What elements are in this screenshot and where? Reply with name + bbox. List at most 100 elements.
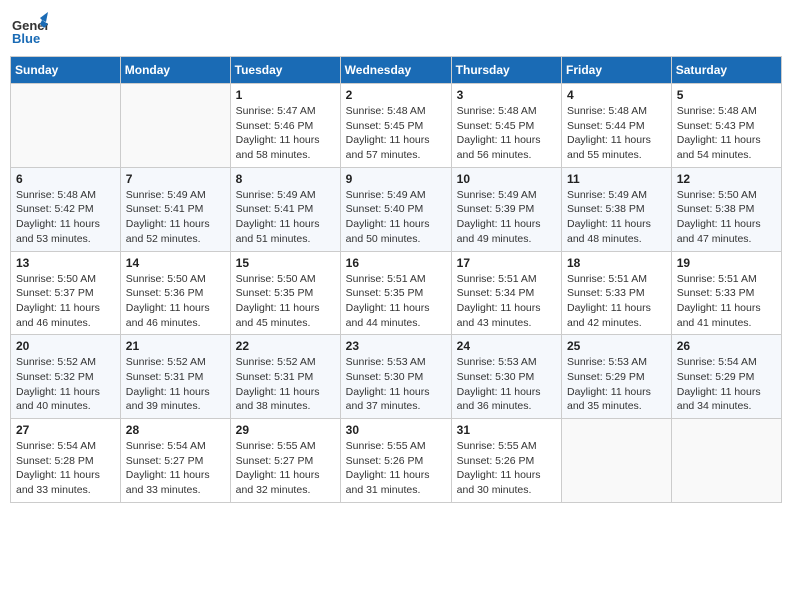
calendar-day-8: 7 Sunrise: 5:49 AMSunset: 5:41 PMDaylight… xyxy=(120,167,230,251)
day-number: 3 xyxy=(457,88,556,102)
day-number: 20 xyxy=(16,339,115,353)
day-number: 26 xyxy=(677,339,776,353)
day-info: Sunrise: 5:48 AMSunset: 5:42 PMDaylight:… xyxy=(16,188,115,247)
calendar-day-23: 22 Sunrise: 5:52 AMSunset: 5:31 PMDayligh… xyxy=(230,335,340,419)
weekday-header-monday: Monday xyxy=(120,57,230,84)
day-info: Sunrise: 5:54 AMSunset: 5:29 PMDaylight:… xyxy=(677,355,776,414)
weekday-header-friday: Friday xyxy=(562,57,672,84)
day-info: Sunrise: 5:51 AMSunset: 5:33 PMDaylight:… xyxy=(677,272,776,331)
calendar-day-25: 24 Sunrise: 5:53 AMSunset: 5:30 PMDayligh… xyxy=(451,335,561,419)
calendar-day-31: 30 Sunrise: 5:55 AMSunset: 5:26 PMDayligh… xyxy=(340,419,451,503)
day-number: 15 xyxy=(236,256,335,270)
day-info: Sunrise: 5:48 AMSunset: 5:44 PMDaylight:… xyxy=(567,104,666,163)
day-number: 17 xyxy=(457,256,556,270)
calendar-day-13: 12 Sunrise: 5:50 AMSunset: 5:38 PMDayligh… xyxy=(671,167,781,251)
calendar-day-10: 9 Sunrise: 5:49 AMSunset: 5:40 PMDaylight… xyxy=(340,167,451,251)
day-number: 8 xyxy=(236,172,335,186)
weekday-header-thursday: Thursday xyxy=(451,57,561,84)
day-number: 5 xyxy=(677,88,776,102)
calendar-day-18: 17Sunrise: 5:51 AMSunset: 5:34 PMDayligh… xyxy=(451,251,561,335)
day-number: 18 xyxy=(567,256,666,270)
day-number: 7 xyxy=(126,172,225,186)
day-info: Sunrise: 5:53 AMSunset: 5:29 PMDaylight:… xyxy=(567,355,666,414)
calendar-week-1: 1Sunrise: 5:47 AMSunset: 5:46 PMDaylight… xyxy=(11,84,782,168)
calendar-day-17: 16Sunrise: 5:51 AMSunset: 5:35 PMDayligh… xyxy=(340,251,451,335)
calendar-day-11: 10Sunrise: 5:49 AMSunset: 5:39 PMDayligh… xyxy=(451,167,561,251)
day-info: Sunrise: 5:50 AMSunset: 5:37 PMDaylight:… xyxy=(16,272,115,331)
day-info: Sunrise: 5:55 AMSunset: 5:26 PMDaylight:… xyxy=(457,439,556,498)
calendar-day-21: 20 Sunrise: 5:52 AMSunset: 5:32 PMDayligh… xyxy=(11,335,121,419)
day-number: 12 xyxy=(677,172,776,186)
day-info: Sunrise: 5:52 AMSunset: 5:31 PMDaylight:… xyxy=(126,355,225,414)
day-number: 22 xyxy=(236,339,335,353)
day-number: 21 xyxy=(126,339,225,353)
day-info: Sunrise: 5:49 AMSunset: 5:41 PMDaylight:… xyxy=(126,188,225,247)
day-info: Sunrise: 5:50 AMSunset: 5:36 PMDaylight:… xyxy=(126,272,225,331)
calendar-day-6: 5 Sunrise: 5:48 AMSunset: 5:43 PMDaylight… xyxy=(671,84,781,168)
day-info: Sunrise: 5:53 AMSunset: 5:30 PMDaylight:… xyxy=(457,355,556,414)
calendar-day-1 xyxy=(120,84,230,168)
day-info: Sunrise: 5:50 AMSunset: 5:38 PMDaylight:… xyxy=(677,188,776,247)
calendar-day-9: 8 Sunrise: 5:49 AMSunset: 5:41 PMDaylight… xyxy=(230,167,340,251)
day-info: Sunrise: 5:54 AMSunset: 5:27 PMDaylight:… xyxy=(126,439,225,498)
day-number: 13 xyxy=(16,256,115,270)
calendar-day-26: 25 Sunrise: 5:53 AMSunset: 5:29 PMDayligh… xyxy=(562,335,672,419)
calendar-day-7: 6 Sunrise: 5:48 AMSunset: 5:42 PMDaylight… xyxy=(11,167,121,251)
day-number: 27 xyxy=(16,423,115,437)
day-info: Sunrise: 5:48 AMSunset: 5:43 PMDaylight:… xyxy=(677,104,776,163)
day-info: Sunrise: 5:54 AMSunset: 5:28 PMDaylight:… xyxy=(16,439,115,498)
page-header: General Blue xyxy=(10,10,782,48)
calendar-day-27: 26 Sunrise: 5:54 AMSunset: 5:29 PMDayligh… xyxy=(671,335,781,419)
day-number: 6 xyxy=(16,172,115,186)
day-info: Sunrise: 5:53 AMSunset: 5:30 PMDaylight:… xyxy=(346,355,446,414)
logo: General Blue xyxy=(10,10,48,48)
day-info: Sunrise: 5:49 AMSunset: 5:41 PMDaylight:… xyxy=(236,188,335,247)
calendar-day-15: 14Sunrise: 5:50 AMSunset: 5:36 PMDayligh… xyxy=(120,251,230,335)
day-info: Sunrise: 5:52 AMSunset: 5:31 PMDaylight:… xyxy=(236,355,335,414)
day-number: 9 xyxy=(346,172,446,186)
day-number: 23 xyxy=(346,339,446,353)
calendar-day-3: 2 Sunrise: 5:48 AMSunset: 5:45 PMDaylight… xyxy=(340,84,451,168)
day-number: 29 xyxy=(236,423,335,437)
day-number: 4 xyxy=(567,88,666,102)
day-info: Sunrise: 5:55 AMSunset: 5:26 PMDaylight:… xyxy=(346,439,446,498)
day-info: Sunrise: 5:47 AMSunset: 5:46 PMDaylight:… xyxy=(236,104,335,163)
weekday-header-tuesday: Tuesday xyxy=(230,57,340,84)
weekday-header-wednesday: Wednesday xyxy=(340,57,451,84)
calendar-day-34 xyxy=(671,419,781,503)
day-info: Sunrise: 5:52 AMSunset: 5:32 PMDaylight:… xyxy=(16,355,115,414)
day-number: 16 xyxy=(346,256,446,270)
day-number: 10 xyxy=(457,172,556,186)
calendar-header-row: SundayMondayTuesdayWednesdayThursdayFrid… xyxy=(11,57,782,84)
day-info: Sunrise: 5:49 AMSunset: 5:38 PMDaylight:… xyxy=(567,188,666,247)
calendar-day-32: 31 Sunrise: 5:55 AMSunset: 5:26 PMDayligh… xyxy=(451,419,561,503)
day-number: 24 xyxy=(457,339,556,353)
calendar-day-4: 3 Sunrise: 5:48 AMSunset: 5:45 PMDaylight… xyxy=(451,84,561,168)
calendar-week-3: 13 Sunrise: 5:50 AMSunset: 5:37 PMDayligh… xyxy=(11,251,782,335)
day-info: Sunrise: 5:49 AMSunset: 5:40 PMDaylight:… xyxy=(346,188,446,247)
day-number: 11 xyxy=(567,172,666,186)
calendar-week-4: 20 Sunrise: 5:52 AMSunset: 5:32 PMDayligh… xyxy=(11,335,782,419)
svg-text:Blue: Blue xyxy=(12,31,40,46)
calendar-day-12: 11 Sunrise: 5:49 AMSunset: 5:38 PMDayligh… xyxy=(562,167,672,251)
logo-icon: General Blue xyxy=(10,10,48,48)
day-number: 31 xyxy=(457,423,556,437)
calendar-day-16: 15Sunrise: 5:50 AMSunset: 5:35 PMDayligh… xyxy=(230,251,340,335)
day-number: 2 xyxy=(346,88,446,102)
calendar-week-2: 6 Sunrise: 5:48 AMSunset: 5:42 PMDaylight… xyxy=(11,167,782,251)
day-number: 30 xyxy=(346,423,446,437)
calendar-day-2: 1Sunrise: 5:47 AMSunset: 5:46 PMDaylight… xyxy=(230,84,340,168)
calendar-day-24: 23 Sunrise: 5:53 AMSunset: 5:30 PMDayligh… xyxy=(340,335,451,419)
day-number: 25 xyxy=(567,339,666,353)
calendar-day-0 xyxy=(11,84,121,168)
calendar-day-22: 21 Sunrise: 5:52 AMSunset: 5:31 PMDayligh… xyxy=(120,335,230,419)
calendar-day-33 xyxy=(562,419,672,503)
calendar-day-30: 29Sunrise: 5:55 AMSunset: 5:27 PMDayligh… xyxy=(230,419,340,503)
day-number: 19 xyxy=(677,256,776,270)
calendar-week-5: 27 Sunrise: 5:54 AMSunset: 5:28 PMDayligh… xyxy=(11,419,782,503)
day-info: Sunrise: 5:48 AMSunset: 5:45 PMDaylight:… xyxy=(346,104,446,163)
day-info: Sunrise: 5:48 AMSunset: 5:45 PMDaylight:… xyxy=(457,104,556,163)
weekday-header-sunday: Sunday xyxy=(11,57,121,84)
day-info: Sunrise: 5:51 AMSunset: 5:33 PMDaylight:… xyxy=(567,272,666,331)
calendar-day-28: 27 Sunrise: 5:54 AMSunset: 5:28 PMDayligh… xyxy=(11,419,121,503)
